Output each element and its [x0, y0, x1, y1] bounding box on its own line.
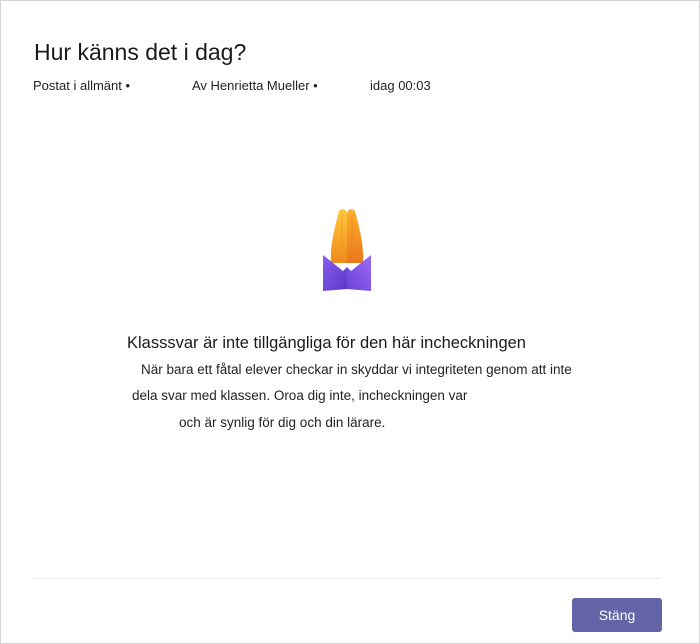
message-line-3: och är synlig för dig och din lärare.: [179, 415, 386, 430]
post-author: Av Henrietta Mueller •: [192, 78, 318, 93]
praying-hands-icon: [317, 205, 377, 295]
footer-divider: [33, 578, 661, 579]
dialog-title: Hur känns det i dag?: [34, 39, 247, 65]
message-line-2: dela svar med klassen. Oroa dig inte, in…: [132, 388, 468, 403]
check-in-dialog: Hur känns det i dag? Postat i allmänt • …: [0, 0, 700, 644]
unavailable-title: Klasssvar är inte tillgängliga för den h…: [127, 334, 526, 352]
post-time: idag 00:03: [370, 78, 431, 93]
posted-channel: Postat i allmänt •: [33, 78, 131, 93]
message-line-1: När bara ett fåtal elever checkar in sky…: [141, 362, 572, 377]
close-button[interactable]: Stäng: [572, 598, 662, 632]
